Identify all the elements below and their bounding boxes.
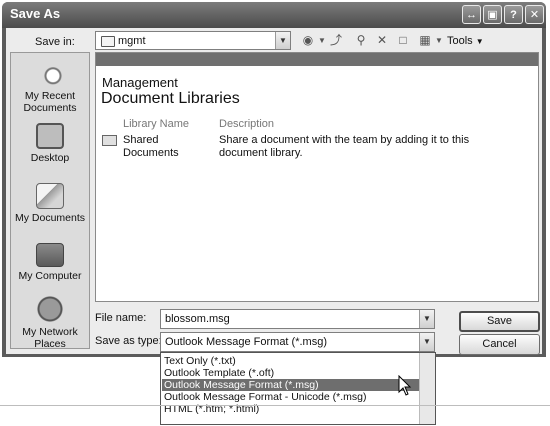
place-recent-documents[interactable]: My Recent Documents <box>11 59 89 114</box>
save-as-type-select[interactable]: Outlook Message Format (*.msg) ▼ <box>160 332 435 352</box>
column-header-description: Description <box>219 118 275 130</box>
place-label: Desktop <box>30 152 70 164</box>
my-computer-icon <box>36 243 64 267</box>
help-button[interactable]: ? <box>504 5 523 24</box>
list-item[interactable]: Outlook Template (*.oft) <box>162 367 421 379</box>
new-folder-icon[interactable]: □ <box>394 32 412 49</box>
places-bar: My Recent Documents Desktop My Documents… <box>10 52 90 350</box>
file-name-value: blossom.msg <box>165 313 230 325</box>
recent-documents-icon <box>35 59 65 87</box>
column-header-name: Library Name <box>123 118 190 130</box>
library-description: Share a document with the team by adding… <box>219 134 470 159</box>
close-button[interactable]: ✕ <box>525 5 544 24</box>
window-title: Save As <box>10 6 61 21</box>
place-label: My Recent Documents <box>23 90 77 114</box>
page-title: Document Libraries <box>101 90 240 107</box>
save-in-label: Save in: <box>35 36 75 48</box>
folder-icon <box>101 36 115 47</box>
my-documents-icon <box>36 183 64 209</box>
save-in-value: mgmt <box>118 35 146 47</box>
tools-label: Tools <box>447 35 473 47</box>
place-label: My Documents <box>14 212 86 224</box>
list-item-selected[interactable]: Outlook Message Format (*.msg) <box>162 379 421 391</box>
tools-menu[interactable]: Tools ▼ <box>447 35 484 47</box>
place-my-documents[interactable]: My Documents <box>11 183 89 224</box>
desktop-icon <box>36 123 64 149</box>
file-name-label: File name: <box>95 312 147 324</box>
list-item[interactable]: Outlook Message Format - Unicode (*.msg) <box>162 391 421 403</box>
delete-icon[interactable]: ✕ <box>373 32 391 49</box>
search-web-icon[interactable]: ⚲ <box>352 32 370 49</box>
chevron-down-icon[interactable]: ▼ <box>275 32 290 49</box>
view-header-bar <box>96 53 538 66</box>
library-icon <box>102 135 117 146</box>
file-name-field[interactable]: blossom.msg ▼ <box>160 309 435 329</box>
place-label: My Computer <box>18 270 82 282</box>
place-label: My Network Places <box>22 326 78 350</box>
list-item[interactable]: Text Only (*.txt) <box>162 355 421 367</box>
place-network[interactable]: My Network Places <box>11 295 89 350</box>
chevron-down-icon[interactable]: ▼ <box>419 310 434 328</box>
save-as-type-list: Text Only (*.txt) Outlook Template (*.of… <box>160 352 436 425</box>
save-as-type-value: Outlook Message Format (*.msg) <box>165 336 327 348</box>
views-dropdown-icon[interactable]: ▼ <box>430 32 448 49</box>
place-my-computer[interactable]: My Computer <box>11 243 89 282</box>
site-name: Management <box>102 75 178 90</box>
back-forward-button[interactable]: ↔ <box>462 5 481 24</box>
save-button[interactable]: Save <box>459 311 540 332</box>
cancel-button[interactable]: Cancel <box>459 334 540 355</box>
divider <box>0 405 550 406</box>
chevron-down-icon: ▼ <box>475 37 484 46</box>
place-desktop[interactable]: Desktop <box>11 123 89 164</box>
restore-button[interactable]: ▣ <box>483 5 502 24</box>
chevron-down-icon[interactable]: ▼ <box>419 333 434 351</box>
save-as-type-label: Save as type: <box>95 335 162 347</box>
network-places-icon <box>35 295 65 323</box>
library-name-link[interactable]: Shared Documents <box>123 134 213 160</box>
up-folder-icon[interactable]: ⤴ <box>327 32 345 49</box>
save-in-combo[interactable]: mgmt ▼ <box>95 31 291 50</box>
list-scrollbar[interactable] <box>419 353 435 424</box>
